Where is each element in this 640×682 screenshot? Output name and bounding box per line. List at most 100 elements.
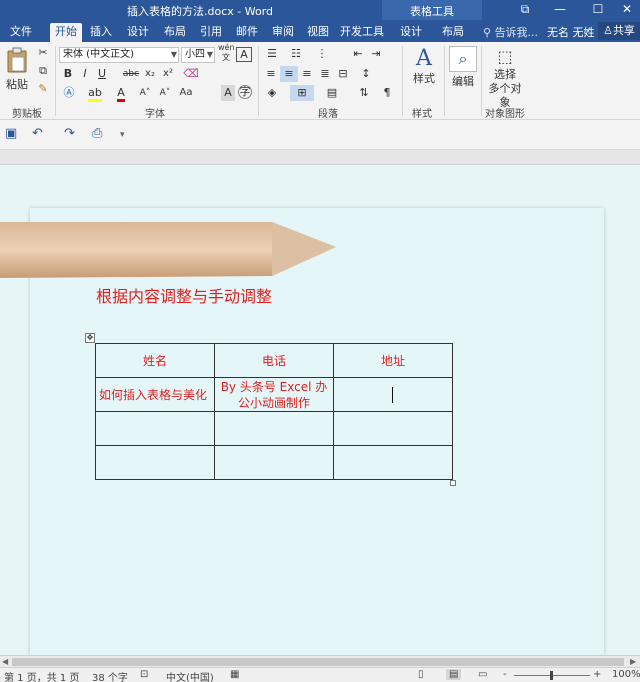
read-mode-icon[interactable]: ▯ bbox=[418, 669, 424, 680]
tab-mailings[interactable]: 邮件 bbox=[232, 23, 262, 42]
close-button[interactable]: ✕ bbox=[614, 0, 640, 20]
table-cell[interactable]: 姓名 bbox=[95, 343, 215, 378]
distributed-icon[interactable]: ⊟ bbox=[334, 66, 352, 82]
multilevel-list-icon[interactable]: ⋮ bbox=[312, 46, 332, 62]
line-spacing-icon[interactable]: ↕ bbox=[356, 66, 376, 82]
tab-home[interactable]: 开始 bbox=[50, 23, 82, 42]
phonetic-guide-button[interactable]: wén 文 bbox=[218, 43, 235, 63]
font-size-combo[interactable]: 小四 ▼ bbox=[181, 47, 215, 63]
zoom-slider-thumb[interactable] bbox=[550, 671, 553, 680]
change-case-button[interactable]: Aa bbox=[178, 85, 194, 101]
align-right-icon[interactable]: ≡ bbox=[298, 66, 316, 82]
select-objects-button[interactable]: ⬚ 选择 多个对象 bbox=[484, 46, 526, 110]
table-cell[interactable]: 如何插入表格与美化 bbox=[95, 377, 215, 412]
font-grow-icon[interactable]: A˄ bbox=[138, 85, 152, 101]
tab-view[interactable]: 视图 bbox=[303, 23, 333, 42]
char-border-icon[interactable]: A bbox=[236, 47, 252, 62]
table-cell[interactable] bbox=[95, 411, 215, 446]
bullets-icon[interactable]: ☰ bbox=[262, 46, 282, 62]
word-count[interactable]: 38 个字 bbox=[92, 669, 128, 682]
format-painter-icon[interactable]: ✎ bbox=[36, 81, 50, 97]
chevron-down-icon: ▼ bbox=[206, 50, 213, 59]
align-center-icon[interactable]: ≡ bbox=[280, 66, 298, 82]
bold-button[interactable]: B bbox=[62, 66, 74, 82]
styles-button[interactable]: A 样式 bbox=[407, 46, 441, 86]
undo-icon[interactable]: ↶ bbox=[32, 126, 43, 141]
numbering-icon[interactable]: ☷ bbox=[286, 46, 306, 62]
enclose-char-icon[interactable]: 字 bbox=[238, 85, 252, 99]
horizontal-scrollbar[interactable]: ◀ ▶ bbox=[0, 655, 640, 667]
scroll-left-icon[interactable]: ◀ bbox=[2, 656, 8, 667]
table-cell[interactable] bbox=[333, 411, 453, 446]
tab-table-design[interactable]: 设计 bbox=[396, 23, 426, 42]
table-cell[interactable] bbox=[95, 445, 215, 480]
table-cell[interactable]: 电话 bbox=[214, 343, 334, 378]
align-left-icon[interactable]: ≡ bbox=[262, 66, 280, 82]
minimize-button[interactable]: — bbox=[547, 0, 573, 20]
print-preview-icon[interactable]: ⎙ bbox=[92, 126, 102, 141]
strikethrough-button[interactable]: abc bbox=[122, 66, 140, 82]
italic-button[interactable]: I bbox=[79, 66, 91, 82]
clear-formatting-icon[interactable]: ⌫ bbox=[183, 66, 199, 82]
share-button[interactable]: ♙共享 bbox=[598, 22, 640, 40]
asian-layout-icon[interactable]: ▤ bbox=[325, 85, 339, 101]
underline-button[interactable]: U bbox=[96, 66, 108, 82]
macro-icon[interactable]: ▦ bbox=[230, 669, 239, 680]
paste-button[interactable]: 粘贴 bbox=[4, 46, 30, 92]
table-cell[interactable] bbox=[214, 445, 334, 480]
tab-layout[interactable]: 布局 bbox=[160, 23, 190, 42]
tell-me-box[interactable]: ⚲ 告诉我... bbox=[483, 24, 538, 40]
char-shading-icon[interactable]: A bbox=[221, 85, 235, 101]
redo-icon[interactable]: ↷ bbox=[64, 126, 75, 141]
cut-icon[interactable]: ✂ bbox=[36, 45, 50, 61]
language-indicator[interactable]: 中文(中国) bbox=[166, 669, 214, 682]
table-cell[interactable] bbox=[214, 411, 334, 446]
tab-file[interactable]: 文件 bbox=[4, 23, 38, 42]
paragraph-group-label: 段落 bbox=[318, 109, 338, 120]
table-cell[interactable]: 地址 bbox=[333, 343, 453, 378]
shading-icon[interactable]: ◈ bbox=[262, 85, 282, 101]
proofing-icon[interactable]: ⊡ bbox=[140, 669, 148, 680]
show-marks-icon[interactable]: ¶ bbox=[380, 85, 394, 101]
font-color-icon[interactable]: A bbox=[114, 85, 128, 102]
tab-review[interactable]: 审阅 bbox=[268, 23, 298, 42]
scrollbar-thumb[interactable] bbox=[12, 658, 624, 666]
justify-icon[interactable]: ≣ bbox=[316, 66, 334, 82]
decrease-indent-icon[interactable]: ⇤ bbox=[350, 46, 366, 62]
user-name[interactable]: 无名 无姓 bbox=[547, 24, 595, 40]
tab-table-layout[interactable]: 布局 bbox=[438, 23, 468, 42]
highlight-icon[interactable]: ab bbox=[86, 85, 104, 102]
borders-icon[interactable]: ⊞ bbox=[290, 85, 314, 101]
tab-references[interactable]: 引用 bbox=[196, 23, 226, 42]
print-layout-icon[interactable]: ▤ bbox=[446, 669, 462, 680]
font-name-combo[interactable]: 宋体 (中文正文) ▼ bbox=[59, 47, 179, 63]
superscript-button[interactable]: x² bbox=[161, 66, 175, 82]
editing-button[interactable]: ⌕ 编辑 bbox=[449, 46, 477, 89]
page-count[interactable]: 第 1 页，共 1 页 bbox=[4, 669, 79, 682]
table-resize-handle[interactable] bbox=[450, 480, 456, 486]
ribbon-display-button[interactable]: ⧉ bbox=[512, 0, 538, 20]
tab-insert[interactable]: 插入 bbox=[86, 23, 116, 42]
zoom-level[interactable]: 100% bbox=[612, 669, 640, 680]
table-move-handle[interactable]: ✥ bbox=[85, 333, 95, 343]
copy-icon[interactable]: ⧉ bbox=[36, 63, 50, 79]
scroll-right-icon[interactable]: ▶ bbox=[630, 656, 636, 667]
zoom-out-button[interactable]: - bbox=[503, 669, 507, 680]
tab-design[interactable]: 设计 bbox=[123, 23, 153, 42]
sort-icon[interactable]: ⇅ bbox=[356, 85, 372, 101]
tab-developer[interactable]: 开发工具 bbox=[339, 23, 385, 42]
table-cell[interactable] bbox=[333, 445, 453, 480]
document-table[interactable]: 姓名 电话 地址 如何插入表格与美化 By 头条号 Excel 办公小动画制作 bbox=[95, 343, 453, 480]
web-layout-icon[interactable]: ▭ bbox=[478, 669, 487, 680]
zoom-in-button[interactable]: + bbox=[593, 669, 601, 680]
font-shrink-icon[interactable]: A˅ bbox=[158, 85, 172, 101]
increase-indent-icon[interactable]: ⇥ bbox=[368, 46, 384, 62]
customize-qat-icon[interactable]: ▾ bbox=[120, 130, 125, 140]
subscript-button[interactable]: x₂ bbox=[143, 66, 157, 82]
document-heading[interactable]: 根据内容调整与手动调整 bbox=[96, 283, 272, 307]
table-cell[interactable]: By 头条号 Excel 办公小动画制作 bbox=[214, 377, 334, 412]
save-icon[interactable]: ▣ bbox=[5, 126, 17, 141]
table-cell[interactable] bbox=[333, 377, 453, 412]
maximize-button[interactable]: ☐ bbox=[585, 0, 611, 20]
text-effects-icon[interactable]: Ⓐ bbox=[62, 85, 76, 101]
